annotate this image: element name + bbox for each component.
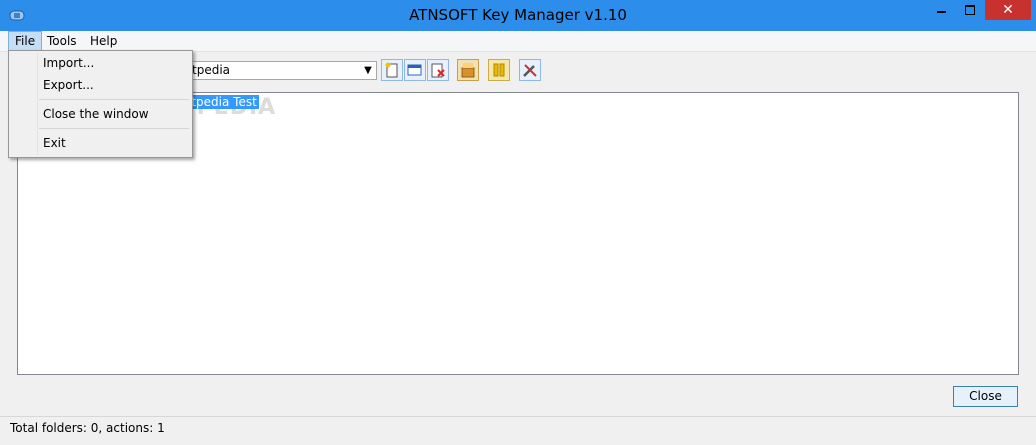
delete-button[interactable] [427, 59, 449, 81]
edit-window-icon [407, 64, 422, 76]
close-window-button[interactable]: ✕ [985, 0, 1031, 20]
profile-combo[interactable]: ftpedia ▼ [185, 61, 377, 80]
pause-button[interactable] [488, 59, 510, 81]
edit-button[interactable] [404, 59, 426, 81]
menu-file[interactable]: File [8, 31, 43, 51]
profile-combo-value: ftpedia [188, 63, 231, 77]
settings-button[interactable] [519, 59, 541, 81]
delete-icon [431, 63, 445, 78]
menu-help[interactable]: Help [84, 32, 123, 50]
menu-separator [39, 99, 189, 100]
window-title: ATNSOFT Key Manager v1.10 [409, 6, 627, 24]
new-button[interactable] [381, 59, 403, 81]
file-menu-dropdown: Import... Export... Close the window Exi… [8, 50, 193, 158]
pause-icon [493, 63, 505, 77]
menu-separator [39, 128, 189, 129]
status-text: Total folders: 0, actions: 1 [10, 421, 165, 435]
title-bar: ATNSOFT Key Manager v1.10 ✕ [0, 0, 1036, 32]
menu-item-export[interactable]: Export... [43, 77, 94, 93]
menu-item-import[interactable]: Import... [43, 55, 94, 71]
chevron-down-icon[interactable]: ▼ [362, 62, 374, 79]
status-bar: Total folders: 0, actions: 1 [0, 416, 1036, 445]
um-button[interactable] [457, 59, 479, 81]
menu-item-exit[interactable]: Exit [43, 135, 66, 151]
menu-tools[interactable]: Tools [41, 32, 83, 50]
tools-icon [523, 64, 537, 77]
package-icon [461, 63, 475, 78]
new-document-icon [385, 62, 398, 78]
close-button[interactable]: Close [953, 386, 1018, 407]
menu-item-close-window[interactable]: Close the window [43, 106, 149, 122]
minimize-button[interactable] [934, 0, 950, 20]
menu-gutter [37, 53, 38, 155]
menu-bar: File Tools Help [0, 31, 1036, 52]
maximize-button[interactable] [962, 0, 978, 20]
